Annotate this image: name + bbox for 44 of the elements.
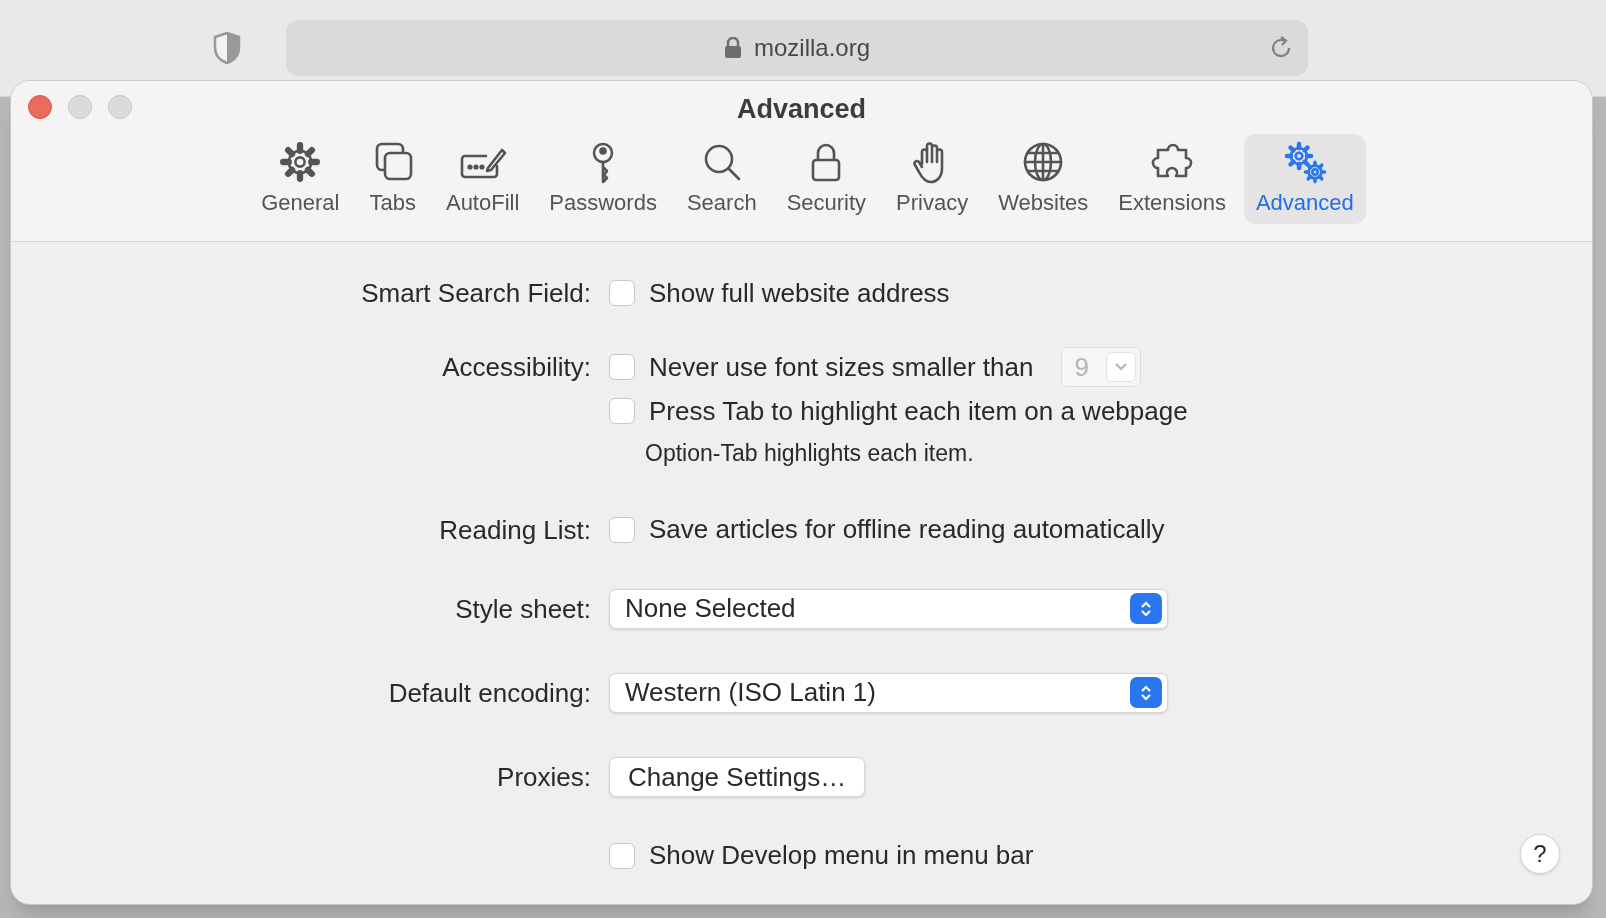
setting-label: Accessibility: (442, 352, 591, 382)
change-settings-button[interactable]: Change Settings… (609, 756, 866, 797)
address-text: mozilla.org (753, 33, 870, 63)
gears-icon (1282, 139, 1327, 184)
toolbar-tab[interactable]: AutoFill (433, 133, 532, 224)
toolbar-tab[interactable]: Advanced (1243, 133, 1366, 224)
toolbar-tab[interactable]: General (249, 133, 352, 224)
window-title: Advanced (736, 93, 866, 126)
chevron-down-icon (1106, 352, 1137, 382)
setting-label: Reading List: (439, 514, 591, 545)
toolbar-tab[interactable]: Search (674, 133, 769, 224)
shield-icon[interactable] (213, 31, 241, 65)
select-dropdown[interactable]: Western (ISO Latin 1) (609, 672, 1168, 713)
gear-icon (278, 139, 323, 184)
minimize-button[interactable] (68, 95, 92, 119)
checkbox[interactable] (609, 842, 635, 869)
checkbox-label: Save articles for offline reading automatically (649, 513, 1165, 546)
select-dropdown[interactable]: None Selected (609, 588, 1168, 629)
stepper-arrows-icon (1130, 677, 1162, 708)
checkbox-label: Press Tab to highlight each item on a webpage (649, 394, 1188, 428)
close-button[interactable] (28, 95, 52, 119)
lock-icon (723, 37, 742, 59)
checkbox[interactable] (609, 280, 635, 306)
checkbox-label: Show Develop menu in menu bar (649, 839, 1034, 872)
toolbar-tab[interactable]: Tabs (357, 133, 428, 224)
toolbar-tab[interactable]: Websites (986, 133, 1101, 224)
hint-text: Option-Tab highlights each item. (645, 439, 975, 468)
toolbar-tab[interactable]: Privacy (884, 133, 981, 224)
address-bar[interactable]: mozilla.org (286, 20, 1308, 76)
help-button[interactable]: ? (1520, 834, 1560, 874)
checkbox[interactable] (609, 516, 635, 543)
checkbox[interactable] (609, 354, 635, 380)
setting-label: Default encoding: (388, 676, 591, 710)
toolbar-tab[interactable]: Passwords (537, 133, 669, 224)
setting-label: Smart Search Field: (361, 278, 591, 308)
checkbox-label: Never use font sizes smaller than (649, 350, 1034, 384)
checkbox[interactable] (609, 398, 635, 424)
setting-label: Style sheet: (455, 592, 591, 626)
toolbar-tab[interactable]: Extensions (1106, 133, 1238, 224)
setting-label: Proxies: (497, 760, 591, 794)
toolbar-tab[interactable]: Security (774, 133, 879, 224)
zoom-button[interactable] (108, 95, 132, 119)
checkbox-label: Show full website address (649, 276, 950, 310)
stepper-arrows-icon (1130, 593, 1162, 624)
